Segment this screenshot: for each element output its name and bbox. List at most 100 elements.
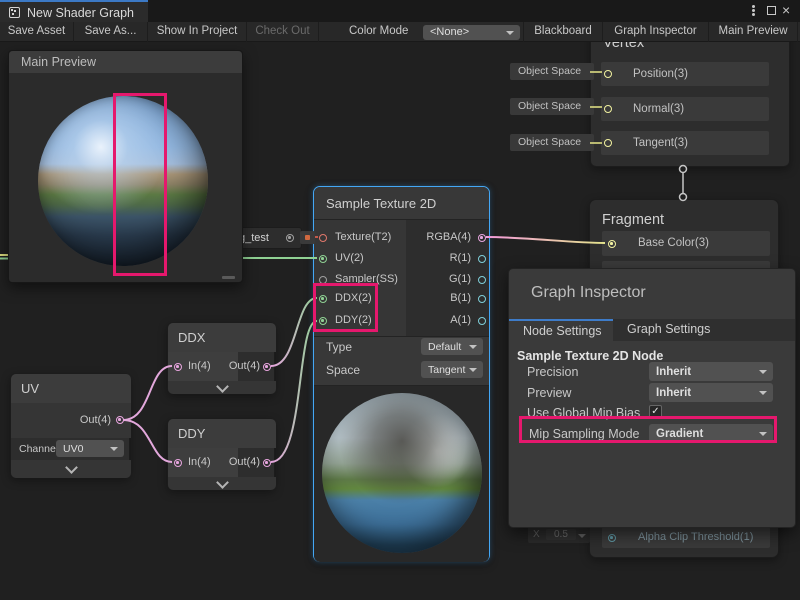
port-base-color[interactable] [608,240,616,248]
shader-graph-icon [9,7,20,18]
resize-grip[interactable] [222,276,235,279]
mip-bias-label: Use Global Mip Bias [527,406,640,420]
document-tab[interactable]: New Shader Graph [0,0,148,22]
sample-texture-node-title: Sample Texture 2D [326,196,436,211]
port-ddy-input[interactable] [319,317,327,325]
port-g-output[interactable] [478,276,486,284]
output-label-b: B(1) [374,292,471,304]
tab-graph-settings[interactable]: Graph Settings [627,319,737,341]
port-a-output[interactable] [478,317,486,325]
vertex-node-title: Vertex [603,42,644,51]
wire-ddx-to-sample[interactable] [271,298,317,366]
dropdown-arrow-icon [759,391,767,395]
save-asset-button[interactable]: Save Asset [0,22,74,42]
precision-dropdown[interactable]: Inherit [649,362,773,381]
window-title: New Shader Graph [27,6,134,20]
preview-dropdown[interactable]: Inherit [649,383,773,402]
show-in-project-button[interactable]: Show In Project [148,22,247,42]
port-uv-input[interactable] [319,255,327,263]
collapse-row[interactable] [168,477,276,490]
property-badge-icon [286,234,294,242]
input-label-ddy: DDY(2) [335,314,372,326]
mip-mode-label: Mip Sampling Mode [529,427,639,441]
collapse-chevron-icon[interactable] [65,461,78,474]
port-b-output[interactable] [478,295,486,303]
sample-texture-2d-node[interactable]: Sample Texture 2D Texture(T2) UV(2) Samp… [313,186,490,562]
main-preview-header[interactable]: Main Preview [9,51,242,73]
ddx-node-title: DDX [178,330,205,345]
close-icon[interactable]: × [782,2,790,24]
port-ddx-out[interactable] [263,363,271,371]
port-ddy-in[interactable] [174,459,182,467]
uv-out-label: Out(4) [11,414,111,426]
dropdown-arrow-icon [759,432,767,436]
dropdown-arrow-icon [469,368,477,372]
preview-label: Preview [527,386,571,400]
type-value: Default [428,341,461,353]
alpha-clip-value-chip: X 0.5 [528,527,590,543]
node-preview-area [314,386,489,562]
wire-ddy-to-sample[interactable] [271,321,317,462]
collapse-row[interactable] [11,460,131,478]
port-texture-input[interactable] [319,234,327,242]
binding-chip-object-space: Object Space [510,134,594,151]
ddx-out-label: Out(4) [208,360,260,372]
graph-canvas[interactable]: Vertex Position(3) Normal(3) Tangent(3) … [0,42,800,600]
main-preview-panel[interactable]: Main Preview [8,50,243,283]
port-sampler-input[interactable] [319,276,327,284]
port-position[interactable] [604,70,612,78]
precision-label: Precision [527,365,578,379]
collapse-chevron-icon[interactable] [216,380,229,393]
port-ddx-input[interactable] [319,295,327,303]
space-label: Space [326,363,360,377]
value-chip-label: X [533,529,540,540]
vertex-node[interactable]: Vertex Position(3) Normal(3) Tangent(3) [590,42,790,167]
toolbar: Save Asset Save As... Show In Project Ch… [0,22,800,42]
ddy-node[interactable]: DDY In(4) Out(4) [167,418,275,490]
port-ddy-out[interactable] [263,459,271,467]
color-mode-dropdown[interactable]: <None> [423,25,520,40]
vertex-slot-position: Position(3) [601,62,769,86]
type-dropdown[interactable]: Default [421,338,483,355]
inspector-node-header: Sample Texture 2D Node [517,349,663,363]
precision-value: Inherit [656,366,691,378]
texture-preview-sphere [322,393,482,553]
input-label-ddx: DDX(2) [335,292,372,304]
space-dropdown[interactable]: Tangent [421,361,483,378]
type-label: Type [326,340,352,354]
uv-node-title: UV [21,381,39,396]
mip-bias-checkbox[interactable]: ✓ [649,405,662,418]
input-label-uv: UV(2) [335,252,364,264]
mip-mode-dropdown[interactable]: Gradient [649,424,773,443]
preview-value: Inherit [656,387,691,399]
graph-inspector-panel[interactable]: Graph Inspector Node Settings Graph Sett… [508,268,796,528]
tab-node-settings[interactable]: Node Settings [509,319,613,341]
graph-inspector-toggle-button[interactable]: Graph Inspector [603,22,709,42]
value-chip-field[interactable]: 0.5 [546,529,576,540]
port-alpha-clip[interactable] [608,534,616,542]
uv-channel-dropdown[interactable]: UV0 [56,440,124,457]
ddy-out-label: Out(4) [208,456,260,468]
wire-rgba-to-base-color[interactable] [486,237,605,243]
fragment-slot-alpha-clip: Alpha Clip Threshold(1) [602,527,770,548]
shader-graph-window: New Shader Graph × Save Asset Save As...… [0,0,800,600]
property-name: g_test [239,232,269,244]
port-rgba-output[interactable] [478,234,486,242]
collapse-row[interactable] [168,381,276,394]
main-preview-sphere [38,96,208,266]
uv-node[interactable]: UV Out(4) Channe UV0 [10,373,130,478]
collapse-chevron-icon[interactable] [216,476,229,489]
uv-channel-label: Channe [19,443,56,455]
port-ddx-in[interactable] [174,363,182,371]
save-as-button[interactable]: Save As... [74,22,148,42]
port-tangent[interactable] [604,139,612,147]
inspector-tabs: Node Settings Graph Settings [509,319,795,341]
dropdown-arrow-icon [110,447,118,451]
main-preview-toggle-button[interactable]: Main Preview [709,22,798,42]
port-r-output[interactable] [478,255,486,263]
ddx-node[interactable]: DDX In(4) Out(4) [167,322,275,394]
port-uv-out[interactable] [116,416,124,424]
texture-value-chip[interactable] [300,231,315,244]
blackboard-toggle-button[interactable]: Blackboard [523,22,603,42]
port-normal[interactable] [604,105,612,113]
